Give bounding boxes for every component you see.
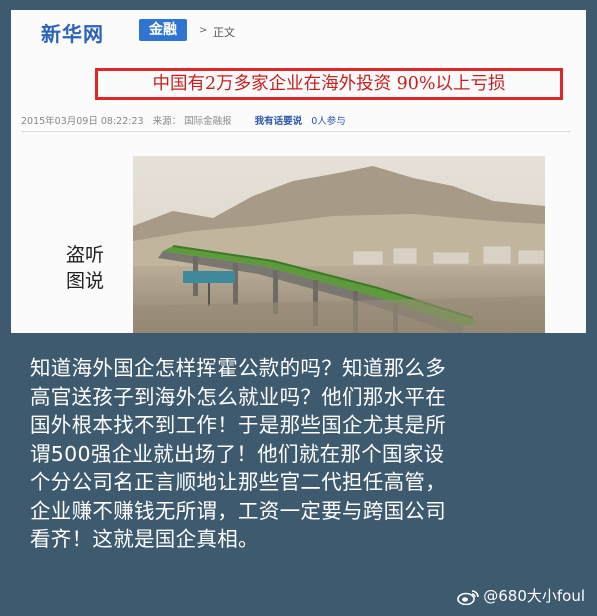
caption-line: 图说: [66, 270, 105, 292]
body-line: 谓500强企业就出场了！他们就在那个国家设: [30, 441, 445, 466]
channel-badge[interactable]: 金融: [139, 19, 187, 41]
site-logo[interactable]: 新华网: [41, 18, 104, 47]
weibo-icon: [457, 589, 480, 605]
body-line: 知道海外国企怎样挥霍公款的吗？知道那么多: [30, 356, 446, 380]
body-line: 高官送孩子到海外怎么就业吗？他们那水平在: [30, 384, 446, 409]
body-line: 看齐！这就是国企真相。: [30, 527, 259, 551]
site-header: 新华网 金融 > 正文: [11, 10, 586, 50]
watermark-handle: @680大小foul: [483, 587, 585, 605]
body-line: 国外根本找不到工作！于是那些国企尤其是所: [30, 413, 446, 437]
article-headline: 中国有2万多家企业在海外投资 90%以上亏损: [152, 74, 506, 94]
breadcrumb: 正文: [213, 26, 235, 39]
caption-line: 盗听: [66, 244, 105, 266]
breadcrumb-arrow-icon: >: [199, 25, 208, 36]
article-source[interactable]: 国际金融报: [184, 116, 232, 127]
participant-count[interactable]: 0人参与: [311, 116, 346, 127]
article-meta: 2015年03月09日 08:22:23 来源： 国际金融报 我有话要说 0人参…: [21, 113, 352, 127]
comment-link[interactable]: 我有话要说: [255, 116, 303, 127]
article-datetime: 2015年03月09日 08:22:23: [21, 116, 144, 127]
news-screenshot: 新华网 金融 > 正文 中国有2万多家企业在海外投资 90%以上亏损 2015年…: [11, 10, 586, 333]
image-caption: 盗听 图说: [66, 242, 104, 294]
divider: [21, 131, 571, 132]
body-line: 企业赚不赚钱无所谓，工资一定要与跨国公司: [30, 498, 446, 523]
body-line: 个分公司名正言顺地让那些官二代担任高管，: [30, 470, 446, 494]
weibo-watermark: @680大小foul: [457, 585, 585, 606]
article-photo: [133, 156, 545, 333]
post-body: 知道海外国企怎样挥霍公款的吗？知道那么多 高官送孩子到海外怎么就业吗？他们那水平…: [30, 354, 575, 554]
source-label: 来源：: [152, 116, 182, 127]
headline-highlight-box: 中国有2万多家企业在海外投资 90%以上亏损: [95, 68, 563, 100]
